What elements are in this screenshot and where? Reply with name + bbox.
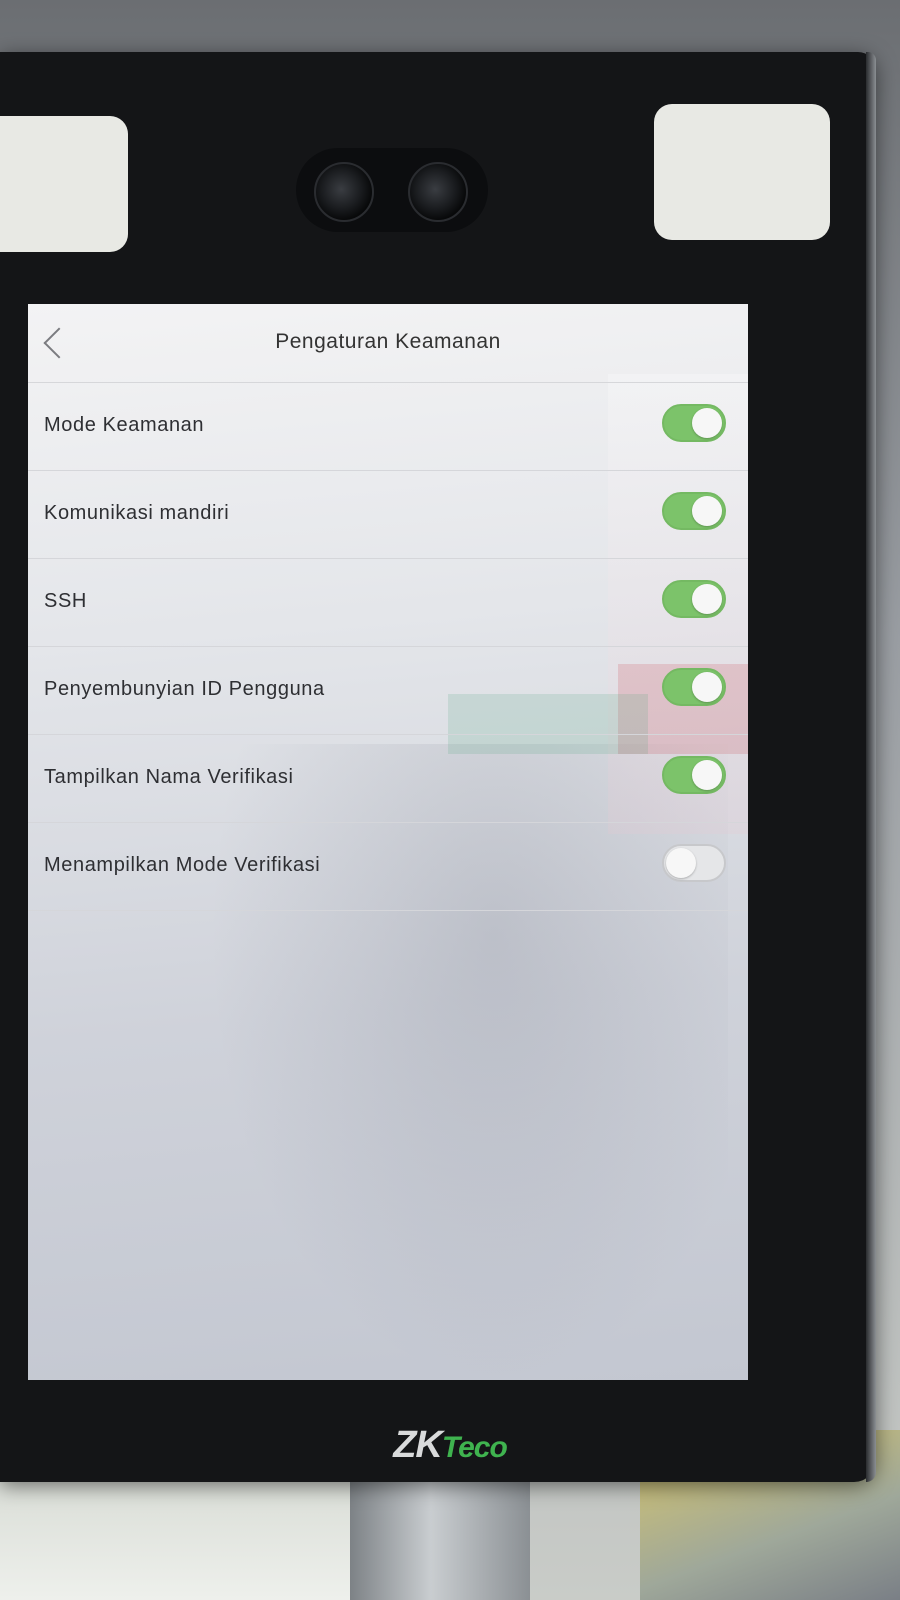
setting-row-mode-keamanan[interactable]: Mode Keamanan: [28, 382, 748, 471]
toggle-knob: [692, 672, 722, 702]
menampilkan-mode-toggle[interactable]: [662, 844, 726, 882]
komunikasi-mandiri-toggle[interactable]: [662, 492, 726, 530]
toggle-knob: [692, 496, 722, 526]
ir-light-left: [0, 116, 128, 252]
setting-label: Tampilkan Nama Verifikasi: [44, 766, 294, 788]
brand-teco: Teco: [441, 1431, 508, 1464]
ir-light-right: [654, 104, 830, 240]
tampilkan-nama-toggle[interactable]: [662, 756, 726, 794]
camera-module: [296, 148, 488, 232]
background-floor: [0, 1470, 360, 1600]
camera-lens-icon: [314, 162, 374, 222]
toggle-knob: [692, 408, 722, 438]
setting-label: Mode Keamanan: [44, 414, 205, 436]
toggle-knob: [692, 584, 722, 614]
device-frame: Pengaturan Keamanan Mode Keamanan Komuni…: [0, 52, 876, 1482]
camera-lens-icon: [408, 162, 468, 222]
page-title: Pengaturan Keamanan: [275, 330, 501, 353]
setting-label: Menampilkan Mode Verifikasi: [44, 854, 321, 876]
setting-row-ssh[interactable]: SSH: [28, 558, 748, 647]
setting-label: Komunikasi mandiri: [44, 502, 230, 524]
setting-label: Penyembunyian ID Pengguna: [44, 678, 325, 700]
toggle-knob: [692, 760, 722, 790]
toggle-knob: [666, 848, 696, 878]
top-bar: Pengaturan Keamanan: [28, 304, 748, 383]
brand-zk: ZK: [393, 1424, 443, 1466]
setting-row-penyembunyian-id[interactable]: Penyembunyian ID Pengguna: [28, 646, 748, 735]
screen: Pengaturan Keamanan Mode Keamanan Komuni…: [28, 304, 748, 1380]
penyembunyian-id-toggle[interactable]: [662, 668, 726, 706]
ssh-toggle[interactable]: [662, 580, 726, 618]
setting-row-menampilkan-mode[interactable]: Menampilkan Mode Verifikasi: [28, 822, 748, 911]
setting-row-tampilkan-nama[interactable]: Tampilkan Nama Verifikasi: [28, 734, 748, 823]
setting-row-komunikasi-mandiri[interactable]: Komunikasi mandiri: [28, 470, 748, 559]
brand-logo: ZKTeco: [350, 1424, 550, 1467]
mode-keamanan-toggle[interactable]: [662, 404, 726, 442]
setting-label: SSH: [44, 590, 87, 612]
